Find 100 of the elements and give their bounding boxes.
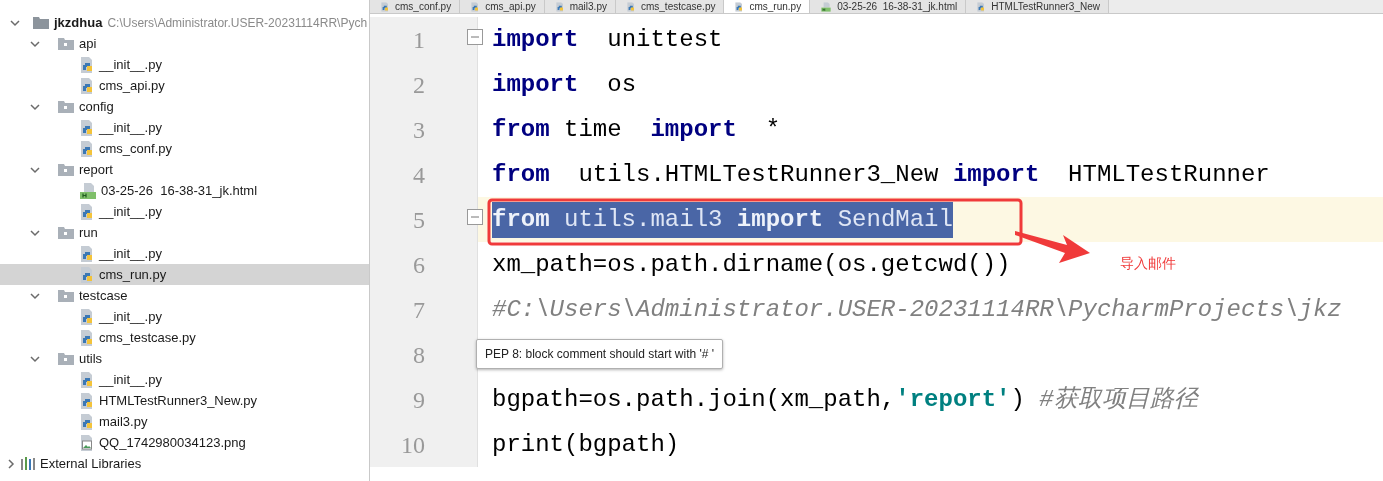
editor-tab[interactable]: HTMLTestRunner3_New bbox=[966, 0, 1109, 13]
tree-item[interactable]: HTMLTestRunner3_New.py bbox=[0, 390, 369, 411]
tree-item[interactable]: __init__.py bbox=[0, 306, 369, 327]
tree-item[interactable]: testcase bbox=[0, 285, 369, 306]
item-label: __init__.py bbox=[99, 202, 162, 221]
line-number: 2 bbox=[412, 70, 425, 100]
line-number: 3 bbox=[412, 115, 425, 145]
tree-item[interactable]: __init__.py bbox=[0, 369, 369, 390]
tree-item[interactable]: cms_conf.py bbox=[0, 138, 369, 159]
tree-item[interactable]: api bbox=[0, 33, 369, 54]
python-file-icon bbox=[80, 392, 94, 409]
item-label: QQ_1742980034123.png bbox=[99, 433, 246, 452]
code-line: import unittest bbox=[492, 24, 723, 55]
item-label: __init__.py bbox=[99, 307, 162, 326]
code-line: #C:\Users\Administrator.USER-20231114RR\PycharmProjects\jkz bbox=[492, 294, 1342, 325]
line-number: 4 bbox=[412, 160, 425, 190]
python-file-icon bbox=[80, 308, 94, 325]
folder-icon bbox=[33, 16, 49, 29]
item-label: run bbox=[79, 223, 98, 242]
item-label: 03-25-26 16-38-31_jk.html bbox=[101, 181, 258, 200]
editor-tab[interactable]: cms_api.py bbox=[460, 0, 545, 13]
fold-icon[interactable] bbox=[467, 209, 483, 225]
item-label: __init__.py bbox=[99, 370, 162, 389]
python-file-icon bbox=[626, 1, 636, 12]
python-file-icon bbox=[80, 77, 94, 94]
library-icon bbox=[21, 457, 35, 470]
editor-tab[interactable]: cms_testcase.py bbox=[615, 0, 725, 13]
item-label: config bbox=[79, 97, 114, 116]
item-label: testcase bbox=[79, 286, 128, 305]
item-label: report bbox=[79, 160, 113, 179]
tree-item[interactable]: mail3.py bbox=[0, 411, 369, 432]
line-number: 8 bbox=[412, 340, 425, 370]
item-label: utils bbox=[79, 349, 103, 368]
project-path: C:\Users\Administrator.USER-20231114RR\Pych bbox=[107, 14, 368, 32]
tree-item[interactable]: External Libraries bbox=[0, 453, 369, 474]
editor-tab[interactable]: cms_run.py bbox=[724, 0, 811, 13]
item-label: External Libraries bbox=[40, 454, 142, 473]
item-label: cms_api.py bbox=[99, 76, 165, 95]
tree-item[interactable]: utils bbox=[0, 348, 369, 369]
python-file-icon bbox=[80, 371, 94, 388]
python-file-icon bbox=[80, 329, 94, 346]
line-number: 5 bbox=[412, 205, 425, 235]
tree-item[interactable]: report bbox=[0, 159, 369, 180]
tree-item[interactable]: __init__.py bbox=[0, 117, 369, 138]
code-line: import os bbox=[492, 69, 637, 100]
tree-item[interactable]: jkzdhua C:\Users\Administrator.USER-20231114RR\Pych bbox=[0, 12, 369, 33]
image-file-icon bbox=[80, 434, 94, 451]
python-file-icon bbox=[80, 266, 94, 283]
line-number: 9 bbox=[412, 385, 425, 415]
python-file-icon bbox=[977, 1, 986, 12]
line-number: 1 bbox=[412, 25, 425, 55]
tree-item[interactable]: cms_run.py bbox=[0, 264, 369, 285]
tree-item[interactable]: __init__.py bbox=[0, 243, 369, 264]
python-file-icon bbox=[80, 56, 94, 73]
tree-item[interactable]: cms_api.py bbox=[0, 75, 369, 96]
item-label: HTMLTestRunner3_New.py bbox=[99, 391, 257, 410]
chevron-icon[interactable] bbox=[10, 17, 20, 28]
folder-icon bbox=[58, 226, 74, 239]
python-file-icon bbox=[80, 203, 94, 220]
code-line: from time import * bbox=[492, 114, 781, 145]
item-label: cms_testcase.py bbox=[99, 328, 196, 347]
python-file-icon bbox=[80, 119, 94, 136]
chevron-icon[interactable] bbox=[30, 353, 40, 364]
tree-item[interactable]: __init__.py bbox=[0, 54, 369, 75]
item-label: cms_conf.py bbox=[99, 139, 172, 158]
chevron-icon[interactable] bbox=[30, 38, 40, 49]
editor-tab[interactable]: mail3.py bbox=[544, 0, 616, 13]
python-file-icon bbox=[555, 1, 564, 12]
tree-item[interactable]: cms_testcase.py bbox=[0, 327, 369, 348]
editor-tab[interactable]: cms_conf.py bbox=[370, 0, 461, 13]
chevron-icon[interactable] bbox=[30, 227, 40, 238]
folder-icon bbox=[58, 100, 74, 113]
editor-tab[interactable]: 03-25-26 16-38-31_jk.html bbox=[810, 0, 967, 13]
tree-item[interactable]: config bbox=[0, 96, 369, 117]
chevron-icon[interactable] bbox=[30, 290, 40, 301]
tree-item[interactable]: QQ_1742980034123.png bbox=[0, 432, 369, 453]
item-label: api bbox=[79, 34, 97, 53]
fold-icon[interactable] bbox=[467, 29, 483, 45]
tooltip: PEP 8: block comment should start with '# ' bbox=[476, 339, 724, 369]
tree-item[interactable]: __init__.py bbox=[0, 201, 369, 222]
python-file-icon bbox=[380, 1, 390, 12]
chevron-icon[interactable] bbox=[6, 458, 16, 469]
arrow-icon bbox=[1015, 229, 1090, 265]
annotation-text: 导入邮件 bbox=[1120, 254, 1176, 273]
tree-item[interactable]: run bbox=[0, 222, 369, 243]
chevron-icon[interactable] bbox=[30, 164, 40, 175]
item-label: __init__.py bbox=[99, 118, 162, 137]
python-file-icon bbox=[80, 245, 94, 262]
tree-item[interactable]: 03-25-26 16-38-31_jk.html bbox=[0, 180, 369, 201]
chevron-icon[interactable] bbox=[30, 101, 40, 112]
python-file-icon bbox=[80, 413, 94, 430]
html-file-icon bbox=[821, 1, 831, 12]
code-line: bgpath=os.path.join(xm_path,'report') #获取项目路径 bbox=[492, 384, 1198, 415]
python-file-icon bbox=[470, 1, 480, 12]
python-file-icon bbox=[80, 140, 94, 157]
folder-icon bbox=[58, 163, 74, 176]
line-number: 7 bbox=[412, 295, 425, 325]
line-number: 10 bbox=[400, 430, 425, 460]
python-file-icon bbox=[735, 1, 744, 12]
folder-icon bbox=[58, 352, 74, 365]
